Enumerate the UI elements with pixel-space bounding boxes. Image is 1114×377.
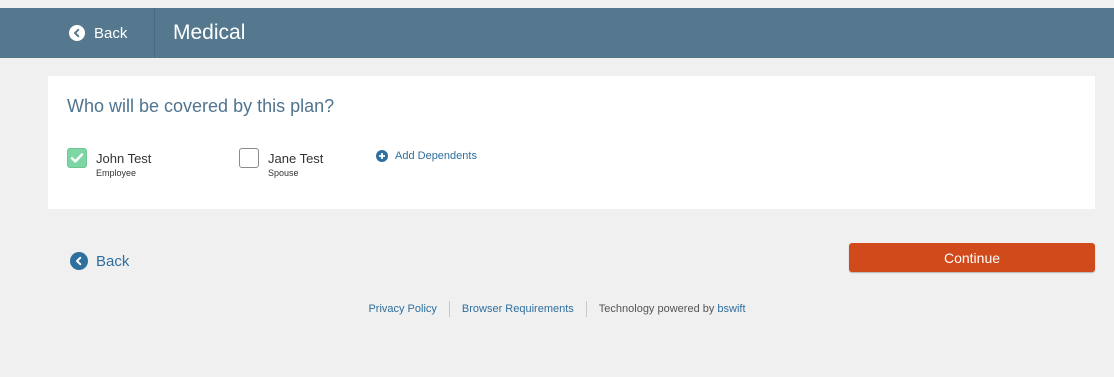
person-john-test[interactable]: John Test Employee <box>67 148 151 179</box>
jane-test-checkbox[interactable] <box>239 148 259 168</box>
coverage-question: Who will be covered by this plan? <box>67 96 335 116</box>
page-title: Medical <box>173 21 246 44</box>
powered-by-text: Technology powered by <box>598 303 715 315</box>
bswift-link[interactable]: bswift <box>717 303 745 315</box>
person-role: Spouse <box>268 168 299 178</box>
browser-requirements-link[interactable]: Browser Requirements <box>462 303 574 315</box>
add-dependents-label: Add Dependents <box>395 150 477 162</box>
john-test-checkbox[interactable] <box>67 148 87 168</box>
person-role: Employee <box>96 168 137 178</box>
continue-button[interactable]: Continue <box>849 243 1095 272</box>
person-name: Jane Test <box>268 151 324 166</box>
footer: Privacy Policy Browser Requirements Tech… <box>0 301 1114 317</box>
header-back-label: Back <box>94 24 128 42</box>
coverage-card: Who will be covered by this plan? John T… <box>48 76 1095 209</box>
footer-divider <box>448 301 450 317</box>
person-name: John Test <box>96 151 152 166</box>
privacy-policy-link[interactable]: Privacy Policy <box>368 303 436 315</box>
back-circle-icon <box>70 252 88 270</box>
header-back-button[interactable]: Back <box>48 8 155 58</box>
person-jane-test[interactable]: Jane Test Spouse <box>239 148 323 179</box>
back-link[interactable]: Back <box>70 252 129 270</box>
back-circle-icon <box>69 25 85 41</box>
checkmark-icon <box>70 153 84 163</box>
back-link-label: Back <box>96 252 130 270</box>
footer-divider <box>585 301 587 317</box>
add-dependents-link[interactable]: Add Dependents <box>376 150 477 162</box>
page-header: Back Medical <box>0 8 1114 58</box>
plus-circle-icon <box>376 150 388 162</box>
